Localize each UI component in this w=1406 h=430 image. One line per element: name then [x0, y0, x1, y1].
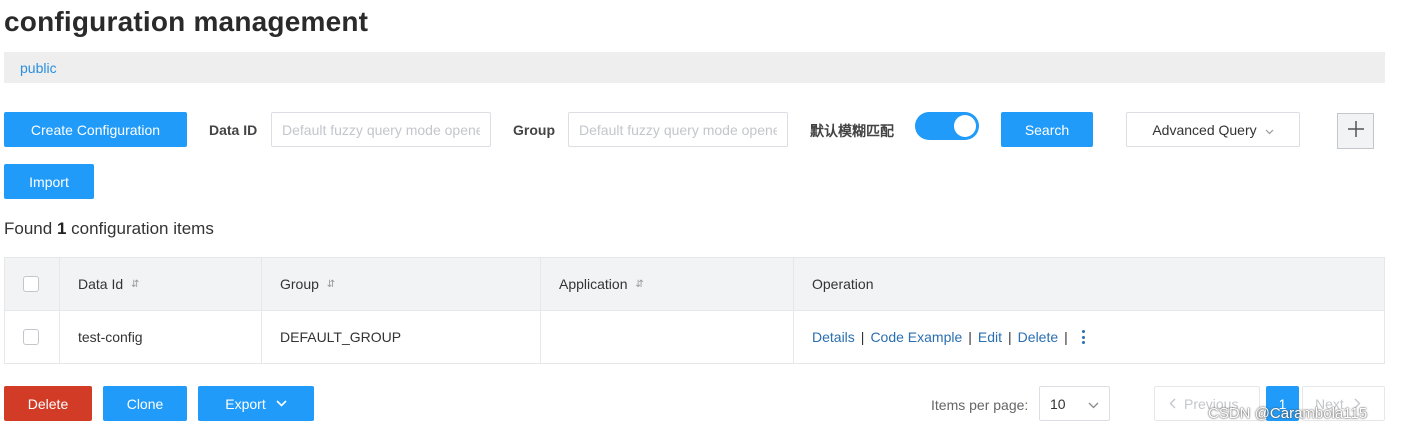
batch-delete-button[interactable]: Delete: [4, 386, 92, 421]
page-title: configuration management: [4, 6, 369, 37]
table-row: test-config DEFAULT_GROUP Details | Code…: [5, 311, 1384, 363]
separator: |: [860, 329, 865, 345]
row-checkbox[interactable]: [23, 329, 39, 345]
import-button[interactable]: Import: [4, 164, 94, 199]
chevron-left-icon: [1169, 398, 1176, 409]
separator: |: [1064, 329, 1068, 345]
sort-icon[interactable]: ⇵: [131, 279, 139, 290]
column-header-application[interactable]: Application ⇵: [541, 258, 794, 310]
cell-operations: Details | Code Example | Edit | Delete |: [794, 311, 1384, 363]
create-configuration-button[interactable]: Create Configuration: [4, 112, 187, 147]
fuzzy-match-label: 默认模糊匹配: [810, 124, 894, 140]
sort-icon[interactable]: ⇵: [327, 279, 335, 290]
next-label: Next: [1315, 395, 1344, 412]
more-vertical-icon[interactable]: [1081, 330, 1085, 344]
next-page-button[interactable]: Next: [1302, 386, 1385, 421]
data-id-label: Data ID: [209, 122, 258, 138]
plus-icon: [1347, 120, 1365, 143]
column-header-group[interactable]: Group ⇵: [262, 258, 541, 310]
chevron-down-icon: [1088, 396, 1099, 412]
summary-prefix: Found: [4, 219, 53, 238]
select-all-checkbox[interactable]: [23, 276, 39, 292]
advanced-query-label: Advanced Query: [1152, 121, 1257, 138]
sort-icon[interactable]: ⇵: [636, 279, 644, 290]
items-per-page-value: 10: [1050, 395, 1066, 412]
chevron-down-icon: [276, 400, 287, 407]
summary-suffix: configuration items: [71, 219, 214, 238]
export-button[interactable]: Export: [198, 386, 314, 421]
result-summary: Found 1 configuration items: [4, 219, 214, 239]
details-link[interactable]: Details: [812, 329, 855, 345]
toggle-knob: [954, 115, 976, 137]
namespace-public-link[interactable]: public: [20, 60, 57, 76]
add-button[interactable]: [1337, 113, 1374, 149]
column-header-data-id[interactable]: Data Id ⇵: [60, 258, 262, 310]
items-per-page-label: Items per page:: [931, 397, 1029, 413]
search-button[interactable]: Search: [1001, 112, 1093, 147]
clone-button[interactable]: Clone: [103, 386, 187, 421]
column-label: Data Id: [78, 276, 124, 292]
group-label: Group: [513, 122, 555, 138]
export-label: Export: [225, 395, 266, 412]
edit-link[interactable]: Edit: [978, 329, 1002, 345]
column-label: Application: [559, 276, 628, 292]
column-header-operation: Operation: [794, 258, 1384, 310]
cell-group: DEFAULT_GROUP: [262, 311, 541, 363]
previous-page-button[interactable]: Previous: [1154, 386, 1260, 421]
column-label: Operation: [812, 276, 874, 292]
data-id-input[interactable]: [271, 112, 491, 147]
advanced-query-dropdown[interactable]: Advanced Query: [1126, 112, 1300, 147]
row-checkbox-cell: [5, 311, 60, 363]
code-example-link[interactable]: Code Example: [870, 329, 962, 345]
previous-label: Previous: [1184, 395, 1239, 412]
separator: |: [1008, 329, 1012, 345]
cell-data-id: test-config: [60, 311, 262, 363]
separator: |: [968, 329, 972, 345]
items-per-page-select[interactable]: 10: [1039, 386, 1110, 421]
namespace-bar: public: [4, 52, 1385, 83]
delete-link[interactable]: Delete: [1018, 329, 1058, 345]
summary-count: 1: [56, 219, 67, 238]
cell-application: [541, 311, 794, 363]
config-table: Data Id ⇵ Group ⇵ Application ⇵ Operatio…: [4, 257, 1385, 364]
chevron-down-icon: [1265, 122, 1274, 138]
page-1-button[interactable]: 1: [1266, 386, 1299, 421]
table-header: Data Id ⇵ Group ⇵ Application ⇵ Operatio…: [5, 258, 1384, 311]
column-label: Group: [280, 276, 319, 292]
chevron-right-icon: [1354, 398, 1361, 409]
fuzzy-match-toggle[interactable]: [915, 112, 979, 140]
header-checkbox-cell: [5, 258, 60, 310]
group-input[interactable]: [568, 112, 788, 147]
